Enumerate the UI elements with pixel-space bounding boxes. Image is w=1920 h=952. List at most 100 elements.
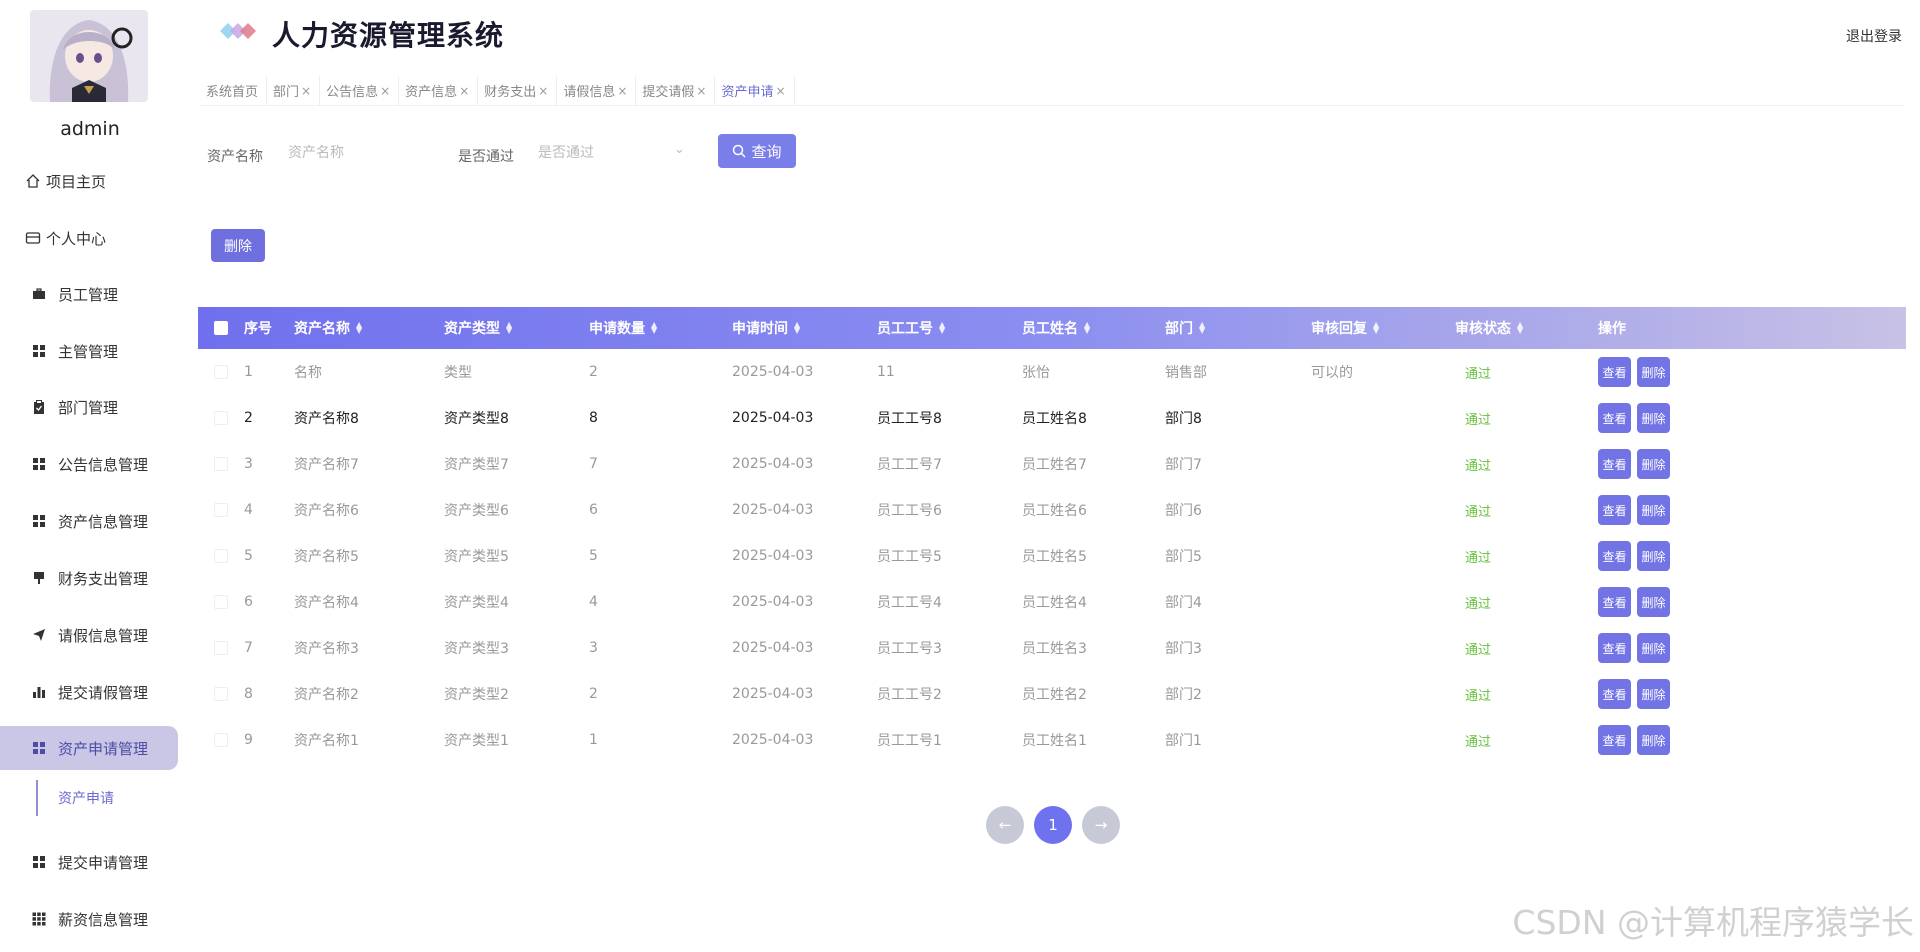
delete-button[interactable]: 删除 — [1637, 541, 1670, 571]
sort-icon[interactable]: ▲ ▼ — [939, 321, 945, 335]
home-icon — [24, 172, 42, 190]
status-badge: 通过 — [1465, 734, 1492, 750]
cell-name: 资产名称8 — [294, 411, 359, 427]
sidebar-item-employee[interactable]: 员工管理 — [30, 272, 208, 316]
cell-eno: 员工工号2 — [877, 687, 942, 703]
col-header[interactable]: 员工姓名 — [1022, 318, 1078, 338]
tab-home[interactable]: 系统首页 — [200, 75, 268, 106]
chevron-down-icon[interactable]: ⌄ — [674, 142, 685, 157]
tab-leave-info[interactable]: 请假信息 × — [557, 75, 637, 106]
col-header[interactable]: 资产名称 — [294, 318, 350, 338]
asset-name-input[interactable] — [288, 136, 438, 170]
col-header[interactable]: 资产类型 — [444, 318, 500, 338]
row-checkbox[interactable] — [214, 687, 228, 701]
close-icon[interactable]: × — [459, 84, 469, 98]
view-button[interactable]: 查看 — [1598, 449, 1631, 479]
view-button[interactable]: 查看 — [1598, 541, 1631, 571]
tab-submit-leave[interactable]: 提交请假 × — [636, 75, 716, 106]
view-button[interactable]: 查看 — [1598, 633, 1631, 663]
close-icon[interactable]: × — [538, 84, 548, 98]
delete-button[interactable]: 删除 — [1637, 633, 1670, 663]
row-checkbox[interactable] — [214, 457, 228, 471]
tab-asset-info[interactable]: 资产信息 × — [399, 75, 479, 106]
sort-icon[interactable]: ▲ ▼ — [651, 321, 657, 335]
tab-notice[interactable]: 公告信息 × — [320, 75, 400, 106]
tab-asset-apply[interactable]: 资产申请 × — [715, 75, 795, 106]
table-row: 5 资产名称5 资产类型5 5 2025-04-03 员工工号5 员工姓名5 部门5 通过 查看删… — [198, 533, 1906, 579]
logout-link[interactable]: 退出登录 — [1846, 26, 1902, 46]
sidebar-item-profile[interactable]: 个人中心 — [24, 216, 202, 260]
status-badge: 通过 — [1465, 412, 1492, 428]
col-header[interactable]: 申请时间 — [732, 318, 788, 338]
sort-icon[interactable]: ▲ ▼ — [1084, 321, 1090, 335]
cell-ename: 员工姓名3 — [1022, 641, 1087, 657]
sidebar-item-department[interactable]: 部门管理 — [30, 385, 208, 429]
sidebar-item-notice[interactable]: 公告信息管理 — [30, 442, 208, 486]
view-button[interactable]: 查看 — [1598, 679, 1631, 709]
delete-button[interactable]: 删除 — [1637, 357, 1670, 387]
watermark: CSDN @计算机程序猿学长 — [1512, 903, 1914, 942]
passed-select[interactable] — [538, 136, 688, 170]
sidebar-item-submit-leave[interactable]: 提交请假管理 — [30, 670, 208, 714]
delete-button[interactable]: 删除 — [1637, 679, 1670, 709]
row-checkbox[interactable] — [214, 733, 228, 747]
page-button[interactable]: 1 — [1034, 806, 1072, 844]
sidebar-item-supervisor[interactable]: 主管管理 — [30, 329, 208, 373]
row-checkbox[interactable] — [214, 503, 228, 517]
delete-button[interactable]: 删除 — [1637, 495, 1670, 525]
close-icon[interactable]: × — [380, 84, 390, 98]
col-header[interactable]: 申请数量 — [589, 318, 645, 338]
delete-button[interactable]: 删除 — [1637, 403, 1670, 433]
query-button[interactable]: 查询 — [718, 134, 796, 168]
tab-department[interactable]: 部门 × — [267, 75, 321, 106]
batch-delete-button[interactable]: 删除 — [211, 229, 265, 262]
sidebar-item-asset[interactable]: 资产信息管理 — [30, 499, 208, 543]
sidebar-item-salary[interactable]: 薪资信息管理 — [30, 897, 208, 941]
delete-button[interactable]: 删除 — [1637, 587, 1670, 617]
sort-icon[interactable]: ▲ ▼ — [356, 321, 362, 335]
row-checkbox[interactable] — [214, 595, 228, 609]
view-button[interactable]: 查看 — [1598, 587, 1631, 617]
select-all-checkbox[interactable] — [214, 321, 228, 335]
sort-icon[interactable]: ▲ ▼ — [506, 321, 512, 335]
view-button[interactable]: 查看 — [1598, 725, 1631, 755]
cell-dept: 部门5 — [1165, 549, 1202, 565]
sidebar-subitem-asset-apply[interactable]: 资产申请 — [36, 780, 176, 816]
sidebar-item-submit-apply[interactable]: 提交申请管理 — [30, 840, 208, 884]
sidebar-item-asset-apply[interactable]: 资产申请管理 — [0, 726, 178, 770]
view-button[interactable]: 查看 — [1598, 403, 1631, 433]
cell-qty: 7 — [589, 456, 598, 472]
sidebar-item-finance[interactable]: 财务支出管理 — [30, 556, 208, 600]
row-checkbox[interactable] — [214, 641, 228, 655]
tab-finance[interactable]: 财务支出 × — [478, 75, 558, 106]
sort-icon[interactable]: ▲ ▼ — [794, 321, 800, 335]
cell-ename: 员工姓名2 — [1022, 687, 1087, 703]
sidebar-item-home[interactable]: 项目主页 — [24, 159, 202, 203]
cell-type: 资产类型3 — [444, 641, 509, 657]
col-header[interactable]: 部门 — [1165, 318, 1193, 338]
col-header[interactable]: 审核回复 — [1311, 318, 1367, 338]
sidebar-item-label: 主管管理 — [58, 342, 119, 361]
delete-button[interactable]: 删除 — [1637, 449, 1670, 479]
cell-no: 4 — [244, 502, 253, 518]
close-icon[interactable]: × — [776, 84, 786, 98]
close-icon[interactable]: × — [301, 84, 311, 98]
sort-icon[interactable]: ▲ ▼ — [1373, 321, 1379, 335]
delete-button[interactable]: 删除 — [1637, 725, 1670, 755]
col-header[interactable]: 员工工号 — [877, 318, 933, 338]
sort-icon[interactable]: ▲ ▼ — [1517, 321, 1523, 335]
row-checkbox[interactable] — [214, 549, 228, 563]
close-icon[interactable]: × — [696, 84, 706, 98]
row-checkbox[interactable] — [214, 365, 228, 379]
prev-page-button[interactable]: ← — [986, 806, 1024, 844]
sort-icon[interactable]: ▲ ▼ — [1199, 321, 1205, 335]
cell-time: 2025-04-03 — [732, 364, 814, 380]
next-page-button[interactable]: → — [1082, 806, 1120, 844]
pin-icon — [30, 569, 48, 587]
view-button[interactable]: 查看 — [1598, 495, 1631, 525]
row-checkbox[interactable] — [214, 411, 228, 425]
sidebar-item-leave[interactable]: 请假信息管理 — [30, 613, 208, 657]
close-icon[interactable]: × — [617, 84, 627, 98]
col-header[interactable]: 审核状态 — [1455, 318, 1511, 338]
view-button[interactable]: 查看 — [1598, 357, 1631, 387]
